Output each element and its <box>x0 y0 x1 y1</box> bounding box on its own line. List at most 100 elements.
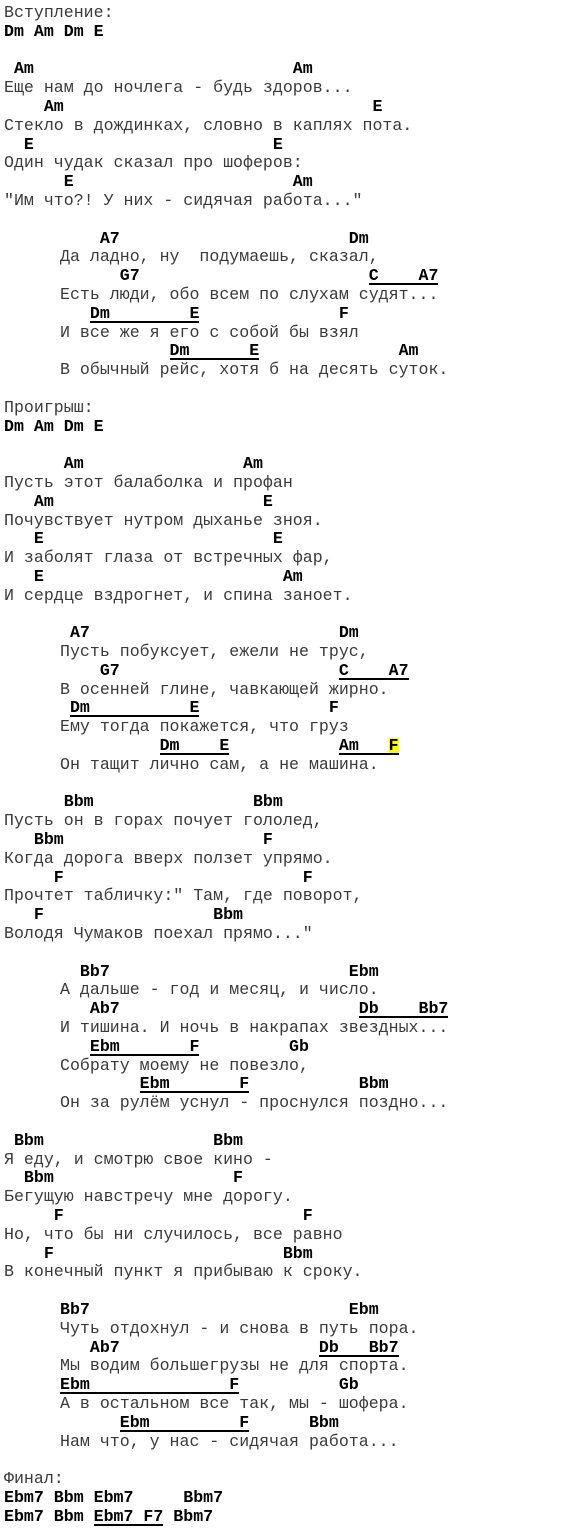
lyric-line: В осенней глине, чавкающей жирно. <box>60 679 389 699</box>
chord-text: Ab7 <box>60 999 359 1019</box>
chord-text: Bbm Bbm <box>4 1130 243 1150</box>
chord-text: F Bbm <box>4 1243 313 1263</box>
section-label: Финал: <box>4 1469 64 1489</box>
lyric-line: Еще нам до ночлега - будь здоров... <box>4 78 353 98</box>
chord-text <box>60 341 170 360</box>
lyric-line: Стекло в дождинках, словно в каплях пота… <box>4 115 413 135</box>
lyric-line: Пусть этот балаболка и профан <box>4 472 293 492</box>
chord-line: E Am <box>4 172 580 192</box>
lyric-line: Чуть отдохнул - и снова в путь пора. <box>60 1318 419 1338</box>
chord-line: Ebm F Gb <box>4 1036 580 1057</box>
lyric-line: Почувствует нутром дыханье зноя. <box>4 510 323 530</box>
chord-line: Dm E Am <box>4 341 580 361</box>
lyric-line: Он за рулём уснул - проснулся поздно... <box>60 1093 449 1113</box>
chord-text: A7 Dm <box>60 228 369 248</box>
lyric-line: Он тащит лично сам, а не машина. <box>60 754 379 774</box>
lyric-line: Пусть побуксует, ежели не трус, <box>60 642 369 662</box>
chord-text: F F <box>4 1206 313 1225</box>
chord-line: E E <box>4 134 580 155</box>
chord-text: G7 <box>60 660 339 680</box>
chord-text <box>229 736 339 755</box>
chord-group: Ebm F <box>119 1412 250 1432</box>
chord-line: Am E <box>4 96 580 117</box>
chord-text: Bbm Bbm <box>4 792 283 812</box>
lyric-line: Бегущую навстречу мне дорогу. <box>4 1187 293 1207</box>
chord-text: E Am <box>4 172 313 192</box>
chord-line: Dm E F <box>4 303 580 324</box>
chord-text: Gb <box>199 1036 309 1056</box>
chord-text: Dm Am Dm E <box>4 21 104 41</box>
chord-text: Bbm <box>249 1412 339 1432</box>
chord-group: Ebm F <box>89 1036 200 1056</box>
chord-text: F <box>199 698 339 718</box>
chord-text: F <box>199 303 349 323</box>
chord-text: E Am <box>4 566 303 586</box>
chord-line: Bb7 Ebm <box>4 1300 580 1320</box>
chord-line: F F <box>4 867 580 888</box>
chord-group: Ebm F <box>60 1375 240 1395</box>
chord-sheet: Вступление: Dm Am Dm E Am Am Еще нам до но… <box>0 0 580 1527</box>
chord-text: E E <box>4 134 283 154</box>
lyric-line: Мы водим большегрузы не для спорта. <box>60 1356 409 1376</box>
lyric-line: Но, что бы ни случилось, все равно <box>4 1224 343 1244</box>
chord-group: C A7 <box>368 266 439 286</box>
chord-line: Ebm7 Bbm Ebm7 Bbm7 <box>4 1488 580 1508</box>
lyric-line: Пусть он в горах почует гололед, <box>4 811 323 831</box>
lyric-line: И сердце вздрогнет, и спина заноет. <box>4 585 353 605</box>
chord-line: Ebm F Bbm <box>4 1075 580 1094</box>
chord-line: Dm Am Dm E <box>4 416 580 437</box>
chord-group: C A7 <box>338 660 409 680</box>
lyric-line: "Им что?! У них - сидячая работа..." <box>4 190 363 210</box>
lyric-line: Собрату моему не повезло, <box>60 1055 309 1075</box>
chord-group: Ebm7 F7 <box>93 1506 164 1526</box>
chord-text: Am E <box>4 96 383 116</box>
chord-text: A7 Dm <box>60 623 359 643</box>
chord-text: Dm Am Dm E <box>4 416 104 436</box>
lyric-line: А в остальном все так, мы - шофера. <box>60 1393 409 1413</box>
chord-group: Dm E <box>159 736 230 756</box>
chord-text: Ebm7 Bbm <box>4 1506 94 1526</box>
lyric-line: В обычный рейс, хотя б на десять суток. <box>60 360 449 380</box>
lyric-line: И заболят глаза от встречных фар, <box>4 548 333 568</box>
highlighted-chord: F <box>388 736 399 756</box>
chord-text: G7 <box>60 266 369 286</box>
chord-text: Ab7 <box>60 1337 319 1357</box>
lyric-line: А дальше - год и месяц, и число. <box>60 980 379 1000</box>
chord-line: Bbm Bbm <box>4 1130 580 1151</box>
lyric-line: Да ладно, ну подумаешь, сказал, <box>60 247 379 267</box>
lyric-line: Есть люди, обо всем по слухам судят... <box>60 284 439 304</box>
lyric-line: Володя Чумаков поехал прямо..." <box>4 924 313 944</box>
chord-line: Am Am <box>4 59 580 79</box>
chord-group: Dm E <box>169 341 260 361</box>
chord-line: Ab7 Db Bb7 <box>4 1337 580 1358</box>
chord-text: Bbm7 <box>163 1506 214 1526</box>
chord-group: Db Bb7 <box>318 1337 399 1357</box>
chord-line: Am Am <box>4 454 580 474</box>
chord-text <box>60 1074 140 1093</box>
chord-group: Dm E <box>89 303 200 323</box>
lyric-line: Когда дорога вверх ползет упрямо. <box>4 848 333 868</box>
chord-text: Bbm F <box>4 1168 243 1188</box>
chord-text: Gb <box>239 1375 359 1395</box>
chord-line: Dm E Am F <box>4 737 580 756</box>
chord-text: F Bbm <box>4 905 243 925</box>
chord-line: Ebm7 Bbm Ebm7 F7 Bbm7 <box>4 1506 580 1527</box>
chord-line: A7 Dm <box>4 228 580 249</box>
chord-text: F F <box>4 867 313 887</box>
lyric-line: Ему тогда покажется, что груз <box>60 717 349 737</box>
chord-line: Ebm F Bbm <box>4 1412 580 1433</box>
lyric-line: Прочтет табличку:" Там, где поворот, <box>4 886 363 906</box>
chord-line: G7 C A7 <box>4 660 580 681</box>
chord-text <box>60 304 90 323</box>
chord-text: Am <box>259 341 419 361</box>
chord-line: F F <box>4 1206 580 1226</box>
chord-line: Dm Am Dm E <box>4 21 580 42</box>
section-label: Проигрыш: <box>4 397 94 417</box>
chord-text <box>60 1037 90 1056</box>
chord-line: A7 Dm <box>4 623 580 643</box>
chord-line: Am E <box>4 492 580 512</box>
